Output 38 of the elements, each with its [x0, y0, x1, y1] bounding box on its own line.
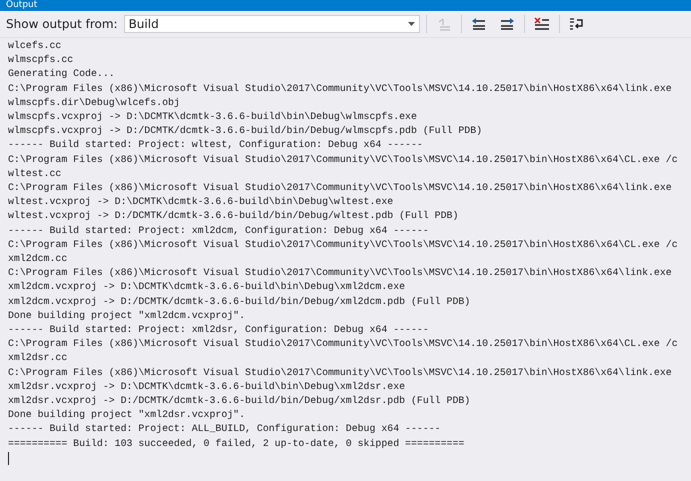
output-line: wltest.cc — [8, 166, 62, 181]
clear-lines-icon — [534, 17, 550, 31]
window-title: Output — [6, 0, 38, 11]
output-line: xml2dsr.vcxproj -> D:/DCMTK/dcmtk-3.6.6-build/bin/Debug/xml2dsr.pdb (Full PDB) — [8, 394, 472, 408]
output-line: C:\Program Files (x86)\Microsoft Visual Studio\2017\Community\VC\Tools\MSVC\14.10.25017\bin\HostX86\x64\link.exe — [8, 266, 673, 280]
output-line: Generating Code... — [8, 67, 116, 82]
caret-icon — [408, 22, 415, 26]
output-line: C:\Program Files (x86)\Microsoft Visual Studio\2017\Community\VC\Tools\MSVC\14.10.25017\bin\HostX86\x64\CL.exe /c — [8, 337, 679, 352]
output-line: wltest.vcxproj -> D:\DCMTK\dcmtk-3.6.6-build\bin\Debug\wltest.exe — [8, 195, 394, 210]
output-line: C:\Program Files (x86)\Microsoft Visual Studio\2017\Community\VC\Tools\MSVC\14.10.25017\bin\HostX86\x64\CL.exe /c — [8, 238, 679, 252]
output-line: Done building project "xml2dcm.vcxproj". — [8, 308, 246, 323]
output-line: ========== Build: 103 succeeded, 0 failed, 2 up-to-date, 0 skipped ========== — [8, 436, 466, 451]
output-line: C:\Program Files (x86)\Microsoft Visual Studio\2017\Community\VC\Tools\MSVC\14.10.25017\bin\HostX86\x64\CL.exe /c — [8, 152, 679, 167]
output-line: ------ Build started: Project: ALL_BUILD, Configuration: Debug x64 ------ — [8, 422, 442, 436]
output-line: Done building project "xml2dsr.vcxproj". — [8, 408, 246, 422]
output-line: wlmscpfs.cc — [8, 53, 74, 68]
output-line: wlcefs.cc — [8, 39, 62, 53]
output-line: xml2dsr.cc — [8, 351, 68, 366]
output-line: ------ Build started: Project: xml2dsr, Configuration: Debug x64 ------ — [8, 323, 430, 338]
left-arrow-lines-icon — [470, 17, 487, 31]
output-line: wlmscpfs.vcxproj -> D:\DCMTK\dcmtk-3.6.6-build\bin\Debug\wlmscpfs.exe — [8, 110, 418, 124]
output-line: ------ Build started: Project: wltest, Configuration: Debug x64 ------ — [8, 138, 424, 152]
output-line: ------ Build started: Project: xml2dcm, Configuration: Debug x64 ------ — [8, 224, 430, 238]
output-line: C:\Program Files (x86)\Microsoft Visual Studio\2017\Community\VC\Tools\MSVC\14.10.25017\bin\HostX86\x64\link.exe — [8, 181, 673, 196]
output-line: xml2dcm.vcxproj -> D:\DCMTK\dcmtk-3.6.6-build\bin\Debug\xml2dcm.exe — [8, 280, 406, 294]
output-line: C:\Program Files (x86)\Microsoft Visual Studio\2017\Community\VC\Tools\MSVC\14.10.25017\bin\HostX86\x64\link.exe — [8, 366, 673, 380]
output-line: wlmscpfs.dir\Debug\wlcefs.obj — [8, 96, 181, 110]
output-line: wlmscpfs.vcxproj -> D:/DCMTK/dcmtk-3.6.6-build/bin/Debug/wlmscpfs.pdb (Full PDB) — [8, 124, 484, 138]
text-cursor — [8, 452, 9, 465]
output-line: xml2dcm.vcxproj -> D:/DCMTK/dcmtk-3.6.6-build/bin/Debug/xml2dcm.pdb (Full PDB) — [8, 294, 472, 309]
output-line: C:\Program Files (x86)\Microsoft Visual Studio\2017\Community\VC\Tools\MSVC\14.10.25017\bin\HostX86\x64\link.exe — [8, 82, 673, 96]
output-line: xml2dcm.cc — [8, 252, 68, 266]
output-source-label: Show output from: — [6, 17, 118, 31]
right-arrow-lines-icon — [498, 17, 515, 31]
output-source-dropdown[interactable]: Build — [124, 15, 420, 33]
word-wrap-icon — [568, 17, 585, 31]
output-line: wltest.vcxproj -> D:/DCMTK/dcmtk-3.6.6-build/bin/Debug/wltest.pdb (Full PDB) — [8, 209, 460, 224]
output-line: xml2dsr.vcxproj -> D:\DCMTK\dcmtk-3.6.6-build\bin\Debug\xml2dsr.exe — [8, 380, 406, 394]
